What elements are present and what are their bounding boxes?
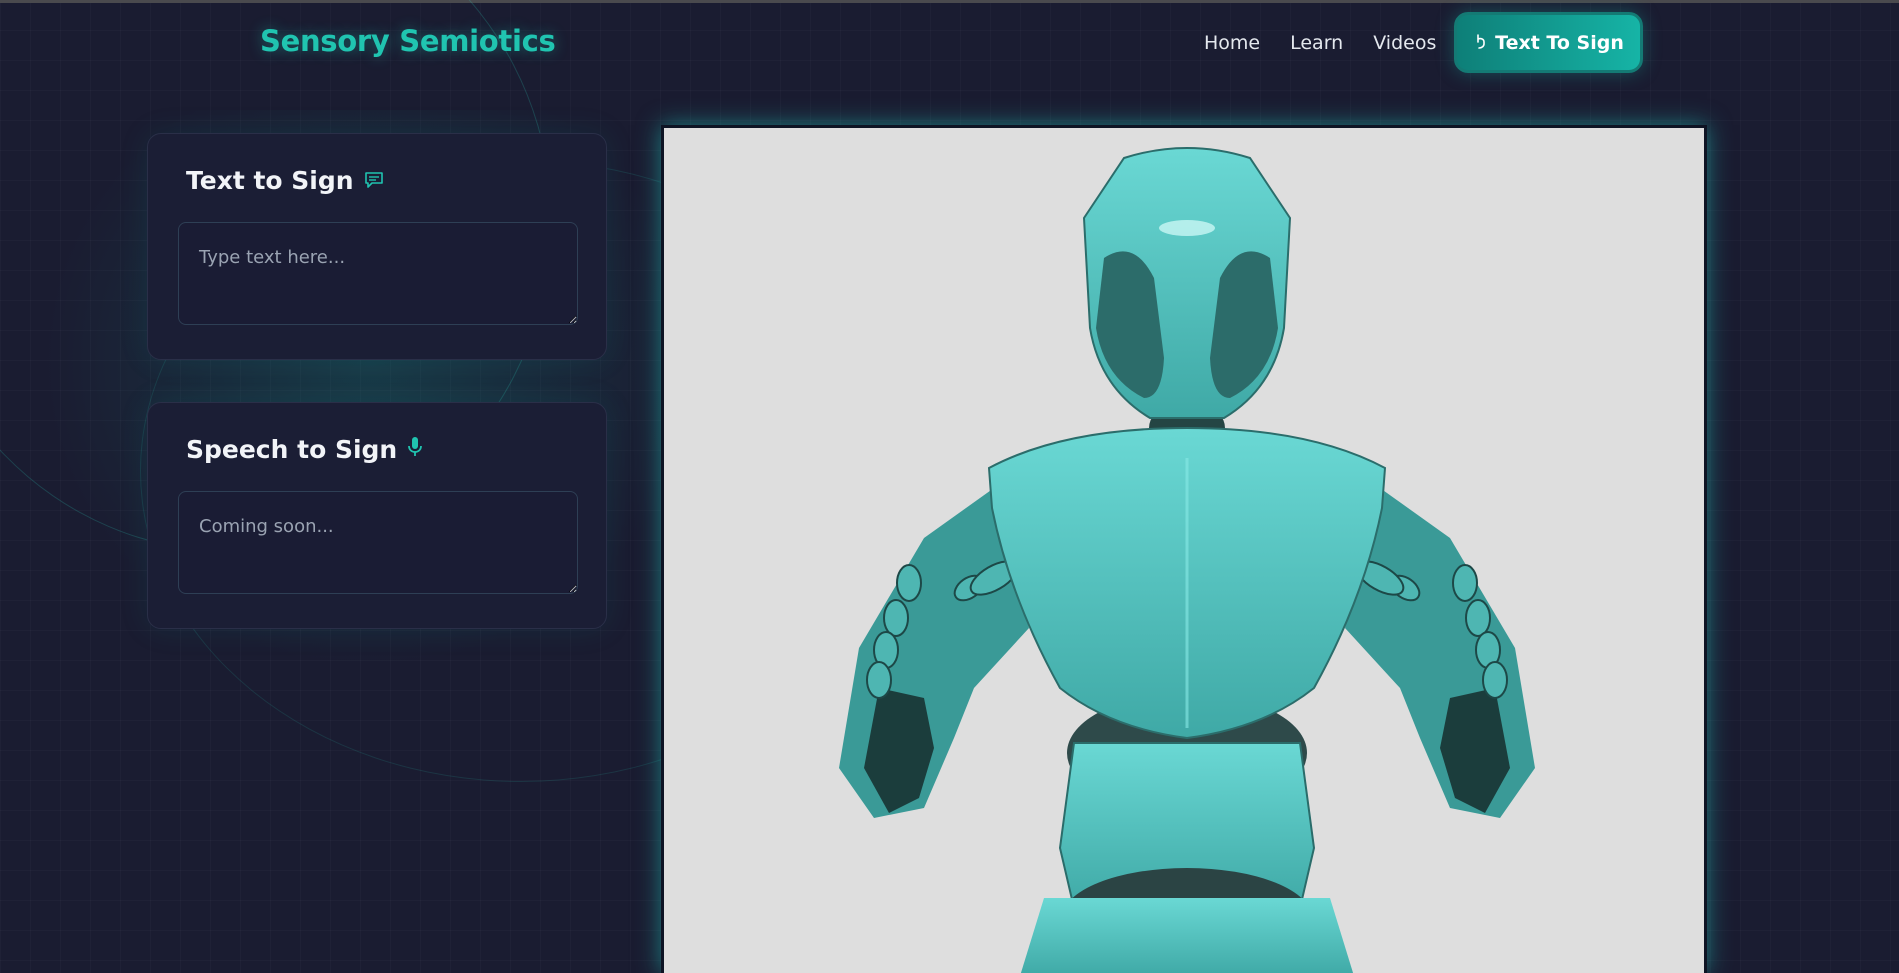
- text-to-sign-button-label: Text To Sign: [1495, 31, 1624, 54]
- speech-to-sign-heading: Speech to Sign: [186, 435, 423, 464]
- text-to-sign-heading: Text to Sign: [186, 166, 384, 195]
- speech-to-sign-title: Speech to Sign: [186, 435, 398, 464]
- chat-message-icon: [364, 166, 384, 195]
- microphone-icon: [407, 435, 423, 464]
- speech-to-sign-panel: Speech to Sign: [147, 402, 607, 629]
- nav-learn-link[interactable]: Learn: [1290, 32, 1343, 54]
- speech-input[interactable]: [178, 491, 578, 594]
- nav-home-link[interactable]: Home: [1204, 32, 1260, 54]
- avatar-viewer[interactable]: [661, 125, 1707, 973]
- hand-pointer-icon: [1473, 33, 1487, 53]
- main-nav: Home Learn Videos: [1204, 32, 1436, 54]
- text-to-sign-title: Text to Sign: [186, 166, 354, 195]
- nav-videos-link[interactable]: Videos: [1373, 32, 1436, 54]
- text-input[interactable]: [178, 222, 578, 325]
- brand-logo[interactable]: Sensory Semiotics: [260, 24, 556, 58]
- text-to-sign-button[interactable]: Text To Sign: [1454, 12, 1643, 73]
- window-top-border: [0, 0, 1899, 3]
- avatar-3d-model: [839, 147, 1535, 973]
- text-to-sign-panel: Text to Sign: [147, 133, 607, 360]
